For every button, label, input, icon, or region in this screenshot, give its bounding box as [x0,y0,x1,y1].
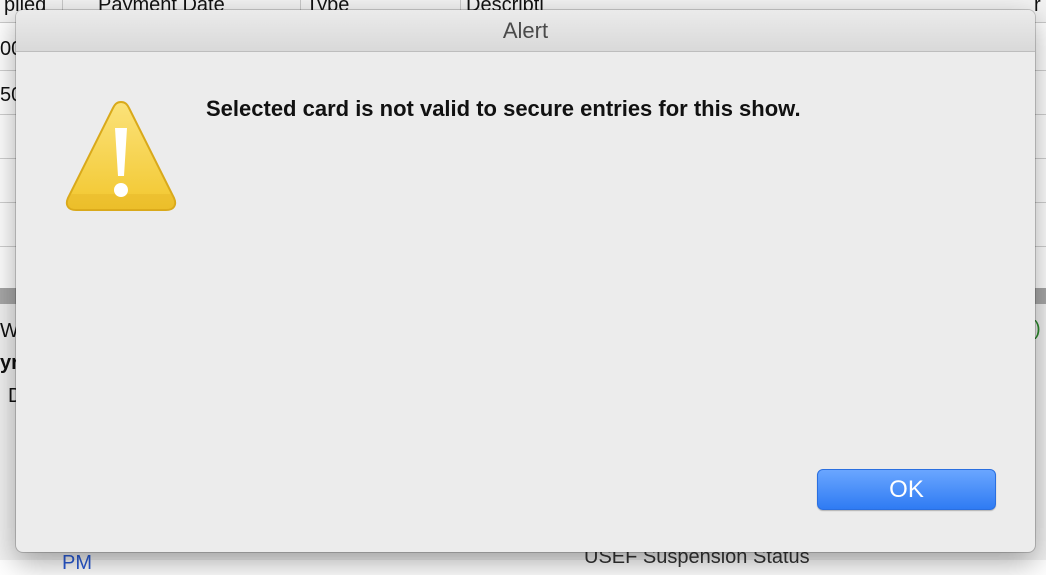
alert-titlebar[interactable]: Alert [16,10,1035,52]
background-link: PM [62,552,92,574]
column-header-fragment: r [1034,0,1041,16]
alert-title: Alert [502,17,549,43]
background-status-fragment: ) [1034,318,1041,340]
ok-button[interactable]: OK [817,469,996,510]
alert-message: Selected card is not valid to secure ent… [206,96,801,121]
warning-triangle-icon [65,100,177,211]
alert-dialog: Alert Selected card is not valid to secu… [16,10,1035,552]
